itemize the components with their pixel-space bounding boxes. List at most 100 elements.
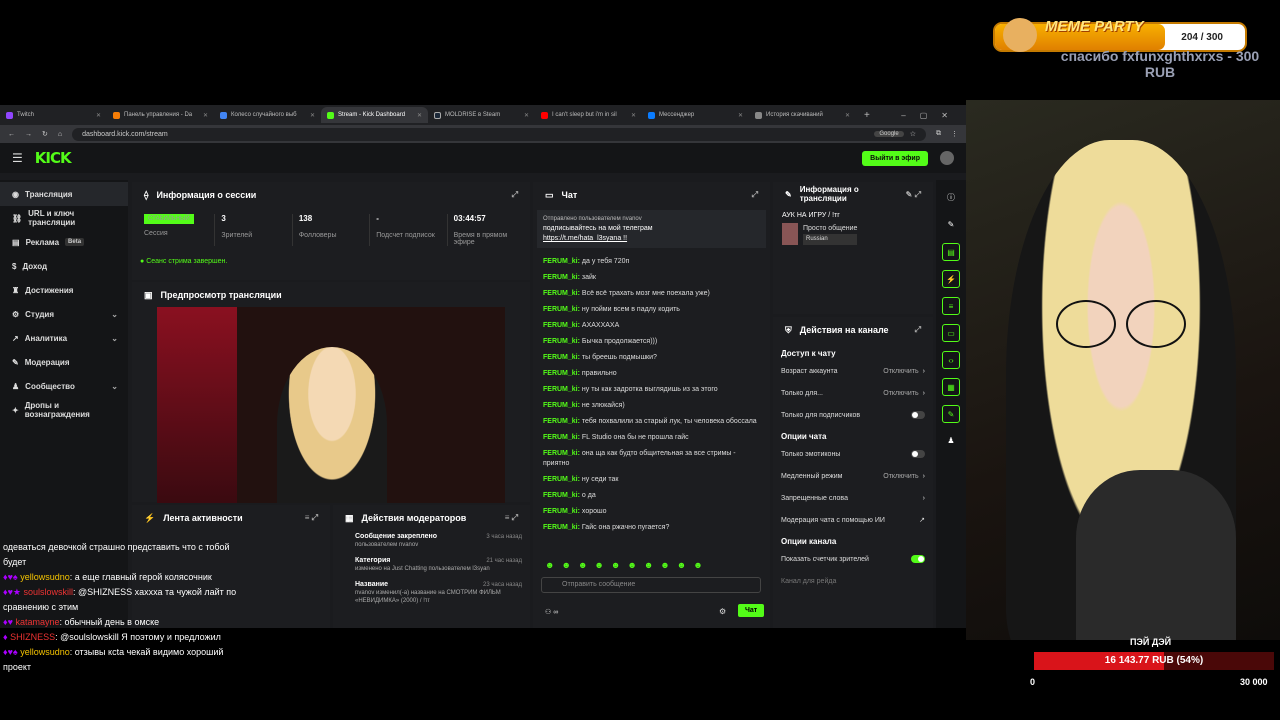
tab-steam[interactable]: MOLDRISE в Steam ✕ (428, 107, 535, 123)
tab-messenger[interactable]: Мессенджер ✕ (642, 107, 749, 123)
new-tab-button[interactable]: + (864, 110, 870, 121)
hamburger-icon[interactable]: ☰ (12, 151, 23, 165)
overlay-message: одеваться девочкой страшно представить ч… (3, 542, 230, 567)
gear-icon[interactable]: ⚙ (719, 607, 726, 616)
category-thumb (782, 223, 798, 245)
emote-bar[interactable]: ☻☻☻☻☻☻☻☻☻☻ (545, 560, 710, 570)
shield-icon: ⛨ (785, 324, 792, 335)
sidebar-item-url-key[interactable]: ⛓ URL и ключ трансляции (0, 206, 128, 230)
stat-viewers: 3 Зрителей (215, 214, 293, 246)
tab-wheel[interactable]: Колесо случайного выб ✕ (214, 107, 321, 123)
stream-preview-video[interactable] (157, 307, 505, 503)
chat-message: FERUM_ki: о да (543, 492, 596, 499)
people-icon[interactable]: ♟ (942, 432, 960, 450)
pen-icon[interactable]: ✎ (942, 216, 960, 234)
da-icon (113, 111, 120, 119)
card-icon[interactable]: ▤ (942, 243, 960, 261)
close-icon[interactable]: ✕ (631, 112, 636, 119)
donation-amount: 16 143.77 RUB (54%) (1104, 655, 1204, 666)
account-age-row[interactable]: Возраст аккаунта Отключить › (773, 360, 933, 382)
chat-message: FERUM_ki: Бычка продолжается))) (543, 338, 658, 345)
go-live-button[interactable]: Выйти в эфир (862, 150, 928, 166)
viewer-count-row[interactable]: Показать счетчик зрителей (773, 548, 933, 570)
sidebar-item-drops[interactable]: ✦ Дропы и вознаграждения (0, 398, 128, 422)
emote-icon[interactable]: ⚇ ∞ (545, 608, 558, 616)
chat-messages: FERUM_ki: да у тебя 720п FERUM_ki: зайк FE… (533, 250, 770, 550)
sidebar-item-studio[interactable]: ⚙ Студия ⌄ (0, 302, 128, 326)
back-icon[interactable]: ← (8, 131, 15, 138)
stat-followers: 138 Фолловеры (293, 214, 371, 246)
sidebar-item-community[interactable]: ♟ Сообщество ⌄ (0, 374, 128, 398)
close-icon[interactable]: ✕ (203, 112, 208, 119)
window-controls[interactable]: –▢✕ (901, 111, 966, 120)
filter-icon[interactable]: ≡ ⤢ (505, 513, 518, 523)
overlay-chat: одеваться девочкой страшно представить ч… (0, 540, 240, 675)
close-icon[interactable]: ✕ (524, 112, 529, 119)
pinned-link[interactable]: https://t.me/hata_l3syana !! (543, 234, 760, 244)
kick-logo[interactable]: KICK (35, 149, 72, 167)
chat-message: FERUM_ki: не злюкайся) (543, 402, 625, 409)
close-icon[interactable]: ✕ (96, 112, 101, 119)
sidebar-item-income[interactable]: $ Доход (0, 254, 128, 278)
close-icon[interactable]: ✕ (417, 112, 422, 119)
list-icon[interactable]: ≡ (942, 297, 960, 315)
subs-only-row[interactable]: Только для подписчиков (773, 404, 933, 426)
wrench-icon[interactable]: ✎ (942, 405, 960, 423)
close-icon[interactable]: ✕ (845, 112, 850, 119)
followers-only-row[interactable]: Только для... Отключить › (773, 382, 933, 404)
mod-actions-header: ▦ Действия модераторов ≡ ⤢ (345, 512, 518, 524)
slow-mode-row[interactable]: Медленный режим Отключить › (773, 465, 933, 487)
box-icon[interactable]: ▦ (942, 378, 960, 396)
donation-min: 0 (1030, 677, 1036, 687)
tab-kick[interactable]: Stream - Kick Dashboard ✕ (321, 107, 428, 123)
microphone (1076, 470, 1236, 640)
menu-icon[interactable]: ⋮ (951, 130, 958, 138)
star-icon[interactable]: ☆ (910, 130, 916, 138)
forward-icon[interactable]: → (25, 131, 32, 138)
chat-header: ▭ Чат ⤢ (545, 189, 758, 201)
edit-icon[interactable]: ✎ ⤢ (906, 190, 921, 199)
pinned-text: подписывайтесь на мой телеграм (543, 225, 653, 232)
preview-streamer (277, 347, 387, 503)
ai-moderation-row[interactable]: Модерация чата с помощью ИИ ↗ (773, 509, 933, 531)
url-input[interactable]: dashboard.kick.com/stream Google ☆ (72, 127, 926, 141)
people-icon: ♟ (12, 381, 20, 391)
chat-message: FERUM_ki: хорошо (543, 508, 607, 515)
session-panel: ⟠ Информация о сессии ⤢ СТАБИЛЬНЫЙ Сессия 3… (132, 182, 530, 280)
chat-icon: ▭ (545, 189, 554, 200)
popout-icon[interactable]: ⤢ (512, 190, 518, 200)
avatar[interactable] (940, 151, 954, 165)
extensions-icon[interactable]: ⧉ (936, 130, 941, 138)
sidebar-item-moderation[interactable]: ✎ Модерация (0, 350, 128, 374)
popout-icon[interactable]: ⤢ (915, 325, 921, 335)
raid-channel-row[interactable]: Канал для рейда (773, 570, 933, 592)
close-icon[interactable]: ✕ (738, 112, 743, 119)
send-chat-button[interactable]: Чат (738, 604, 765, 617)
tab-da[interactable]: Панель управления - Da ✕ (107, 107, 214, 123)
viewer-count-toggle[interactable] (911, 555, 925, 563)
tab-downloads[interactable]: История скачиваний ✕ (749, 107, 856, 123)
popout-icon[interactable]: ⤢ (752, 190, 758, 200)
filter-icon[interactable]: ≡ ⤢ (305, 513, 318, 523)
ad-icon: ▤ (12, 237, 20, 247)
sidebar-item-stream[interactable]: ◉ Трансляция (0, 182, 128, 206)
google-badge[interactable]: Google (874, 131, 904, 137)
info-icon[interactable]: ⓘ (942, 189, 960, 207)
subs-only-toggle[interactable] (911, 411, 925, 419)
banned-words-row[interactable]: Запрещенные слова › (773, 487, 933, 509)
chat-icon[interactable]: ▭ (942, 324, 960, 342)
tab-twitch[interactable]: Twitch ✕ (0, 107, 107, 123)
tab-youtube[interactable]: I can't sleep but i'm in sil ✕ (535, 107, 642, 123)
stream-title: АУК НА ИГРУ / !тг (782, 212, 840, 219)
emote-only-row[interactable]: Только эмотиконы (773, 443, 933, 465)
chat-input[interactable]: Отправить сообщение (541, 577, 761, 593)
home-icon[interactable]: ⌂ (58, 131, 62, 138)
sidebar-item-achievements[interactable]: ♜ Достижения (0, 278, 128, 302)
bolt-icon[interactable]: ⚡ (942, 270, 960, 288)
sidebar-item-ads[interactable]: ▤ Реклама Beta (0, 230, 128, 254)
close-icon[interactable]: ✕ (310, 112, 315, 119)
emote-only-toggle[interactable] (911, 450, 925, 458)
code-icon[interactable]: ‹› (942, 351, 960, 369)
sidebar-item-analytics[interactable]: ↗ Аналитика ⌄ (0, 326, 128, 350)
reload-icon[interactable]: ↻ (42, 130, 48, 138)
